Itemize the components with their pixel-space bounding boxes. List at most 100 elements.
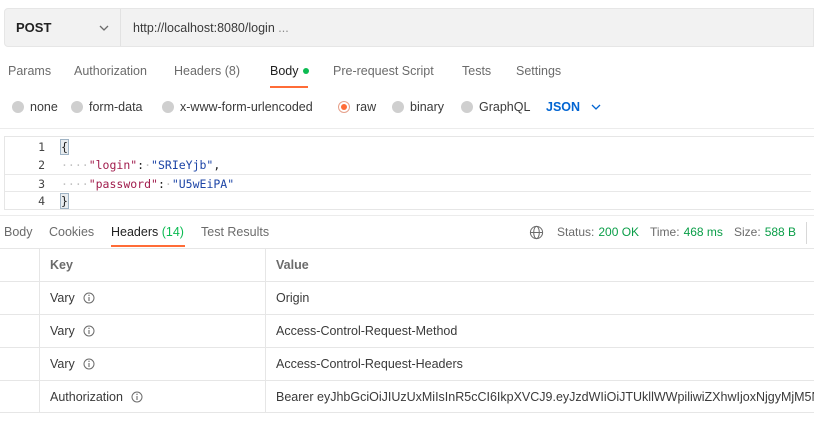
header-value-cell: Bearer eyJhbGciOiJIUzUxMiIsInR5cCI6IkpXV… bbox=[276, 389, 814, 404]
json-comma: , bbox=[213, 158, 221, 172]
body-type-selector: none form-data x-www-form-urlencoded raw… bbox=[0, 96, 814, 118]
line-number: 2 bbox=[38, 158, 45, 172]
response-headers-table: Key Value Vary Origin Vary Access-Contro… bbox=[0, 248, 814, 413]
table-gutter bbox=[0, 282, 40, 314]
status-label: Status: bbox=[557, 225, 595, 239]
radio-label: raw bbox=[356, 100, 377, 114]
radio-none[interactable]: none bbox=[12, 96, 58, 118]
header-key-cell: Vary bbox=[40, 315, 266, 347]
url-ellipsis: ... bbox=[278, 20, 289, 35]
tab-label: Tests bbox=[462, 64, 492, 78]
info-icon[interactable] bbox=[83, 358, 95, 370]
status-value: 200 OK bbox=[598, 225, 640, 239]
tab-label: Pre-request Script bbox=[333, 64, 434, 78]
tab-response-body[interactable]: Body bbox=[4, 218, 33, 246]
code-line: 2 ····"login":·"SRIeYjb", bbox=[5, 156, 811, 174]
header-key-cell: Vary bbox=[40, 282, 266, 314]
response-tabs: Body Cookies Headers (14) Test Results S… bbox=[0, 218, 814, 248]
radio-label: none bbox=[30, 100, 58, 114]
line-number: 4 bbox=[38, 194, 45, 208]
header-key-cell: Vary bbox=[40, 348, 266, 380]
url-text: http://localhost:8080/login bbox=[133, 20, 275, 35]
response-status[interactable]: Status: 200 OK bbox=[557, 218, 639, 246]
radio-x-www-form-urlencoded[interactable]: x-www-form-urlencoded bbox=[162, 96, 313, 118]
tab-tests[interactable]: Tests bbox=[462, 56, 491, 86]
table-gutter bbox=[0, 381, 40, 412]
radio-form-data[interactable]: form-data bbox=[71, 96, 143, 118]
tab-label: Test Results bbox=[201, 225, 270, 239]
divider bbox=[0, 215, 814, 216]
tab-label: Cookies bbox=[49, 225, 95, 239]
divider bbox=[806, 222, 807, 244]
size-label: Size: bbox=[734, 225, 761, 239]
time-value: 468 ms bbox=[683, 225, 723, 239]
code-line: 1 { bbox=[5, 138, 811, 156]
tab-pre-request-script[interactable]: Pre-request Script bbox=[333, 56, 434, 86]
radio-graphql[interactable]: GraphQL bbox=[461, 96, 530, 118]
method-label: POST bbox=[16, 20, 52, 35]
radio-circle-icon bbox=[12, 101, 24, 113]
method-select[interactable]: POST bbox=[5, 9, 121, 46]
radio-circle-icon bbox=[392, 101, 404, 113]
radio-label: form-data bbox=[89, 100, 143, 114]
request-tabs: Params Authorization Headers (8) Body Pr… bbox=[0, 56, 814, 88]
body-format-select[interactable]: JSON bbox=[546, 96, 602, 118]
body-code-editor[interactable]: 1 { 2 ····"login":·"SRIeYjb", 3 ····"pas… bbox=[4, 136, 814, 210]
radio-label: x-www-form-urlencoded bbox=[180, 100, 313, 114]
size-value: 588 B bbox=[764, 225, 797, 239]
response-size[interactable]: Size: 588 B bbox=[734, 218, 796, 246]
tab-label: Body bbox=[270, 64, 299, 78]
column-header-value: Value bbox=[276, 258, 309, 272]
tab-label: Body bbox=[4, 225, 33, 239]
tab-cookies[interactable]: Cookies bbox=[49, 218, 94, 246]
info-icon[interactable] bbox=[131, 391, 143, 403]
code-text: ····"login":·"SRIeYjb", bbox=[61, 158, 221, 172]
radio-circle-icon bbox=[71, 101, 83, 113]
time-label: Time: bbox=[650, 225, 680, 239]
table-row: Authorization Bearer eyJhbGciOiJIUzUxMiI… bbox=[0, 380, 814, 413]
header-key: Vary bbox=[50, 324, 75, 338]
divider bbox=[0, 128, 814, 129]
active-dot-icon bbox=[302, 68, 309, 74]
table-header-row: Key Value bbox=[0, 248, 814, 281]
response-time[interactable]: Time: 468 ms bbox=[650, 218, 723, 246]
table-row: Vary Access-Control-Request-Method bbox=[0, 314, 814, 347]
info-icon[interactable] bbox=[83, 325, 95, 337]
tab-response-headers[interactable]: Headers (14) bbox=[111, 218, 184, 246]
tab-body[interactable]: Body bbox=[270, 56, 309, 86]
code-text: { bbox=[60, 138, 69, 156]
code-line: 3 ····"password":·"U5wEiPA" bbox=[5, 174, 811, 192]
tab-test-results[interactable]: Test Results bbox=[201, 218, 269, 246]
line-number: 1 bbox=[38, 140, 45, 154]
format-label: JSON bbox=[546, 100, 581, 114]
code-text: } bbox=[60, 192, 69, 210]
globe-icon[interactable] bbox=[529, 225, 544, 240]
url-input[interactable]: http://localhost:8080/login ... bbox=[121, 21, 289, 35]
column-header-key: Key bbox=[40, 249, 266, 281]
radio-raw[interactable]: raw bbox=[338, 96, 376, 118]
header-value-cell: Origin bbox=[276, 291, 310, 305]
code-text: ····"password":·"U5wEiPA" bbox=[61, 177, 235, 191]
table-row: Vary Origin bbox=[0, 281, 814, 314]
open-brace: { bbox=[60, 139, 69, 155]
tab-settings[interactable]: Settings bbox=[516, 56, 561, 86]
tab-authorization[interactable]: Authorization bbox=[74, 56, 147, 86]
tab-label: Authorization bbox=[74, 64, 147, 78]
table-gutter bbox=[0, 249, 40, 281]
json-value: "U5wEiPA" bbox=[171, 177, 235, 191]
table-gutter bbox=[0, 315, 40, 347]
info-icon[interactable] bbox=[83, 292, 95, 304]
radio-label: binary bbox=[410, 100, 445, 114]
tab-params[interactable]: Params bbox=[8, 56, 51, 86]
header-value-cell: Access-Control-Request-Method bbox=[276, 324, 458, 338]
table-row: Vary Access-Control-Request-Headers bbox=[0, 347, 814, 380]
table-gutter bbox=[0, 348, 40, 380]
json-key: "login" bbox=[88, 158, 138, 172]
active-tab-indicator bbox=[270, 86, 308, 88]
tab-headers[interactable]: Headers (8) bbox=[174, 56, 240, 86]
radio-binary[interactable]: binary bbox=[392, 96, 444, 118]
header-value-cell: Access-Control-Request-Headers bbox=[276, 357, 463, 371]
tab-count: (8) bbox=[224, 64, 241, 78]
header-key: Vary bbox=[50, 357, 75, 371]
radio-circle-icon bbox=[162, 101, 174, 113]
